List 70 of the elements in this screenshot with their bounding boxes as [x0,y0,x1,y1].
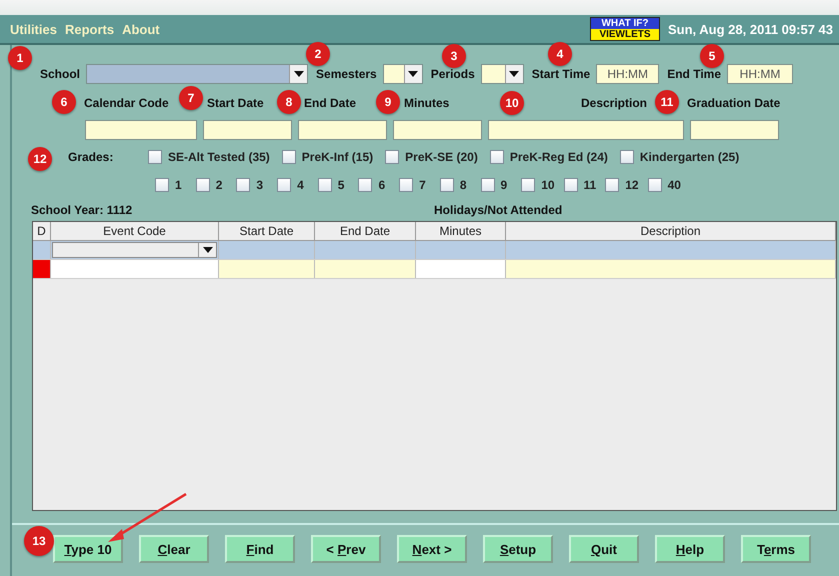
field-label: School [40,67,80,81]
grade-checkbox[interactable]: 10 [521,178,555,192]
action-button[interactable]: < Prev [311,535,381,563]
end-time-field[interactable]: HH:MM [727,64,794,84]
school-dropdown[interactable] [86,64,308,84]
step-marker: 3 [442,44,466,68]
grades-label: Grades: [68,150,114,164]
step-marker: 13 [24,526,54,556]
text-field[interactable] [203,120,292,140]
caret-icon [408,71,418,77]
field-label: End Date [304,96,356,110]
date-time: Sun, Aug 28, 2011 09:57 43 [668,22,833,36]
step-marker: 5 [700,44,724,68]
step-marker: 12 [28,147,52,171]
column-header[interactable]: Start Date [219,222,315,241]
table-row[interactable] [33,241,836,260]
school-year: School Year: 1112 [31,203,134,217]
periods-dropdown[interactable] [480,64,524,84]
semesters-dropdown[interactable] [382,64,423,84]
step-marker: 7 [179,86,203,110]
field-label: Semesters [316,67,377,81]
grade-checkbox[interactable]: 40 [648,178,681,192]
step-marker: 11 [655,90,679,114]
grade-checkbox[interactable]: PreK-Inf (15) [282,150,374,164]
logo: WHAT IF? VIEWLETS [590,17,660,41]
step-marker: 2 [306,42,330,66]
text-field[interactable] [393,120,482,140]
text-field[interactable] [298,120,387,140]
field-label: Description [580,96,647,110]
grade-checkbox[interactable]: SE-Alt Tested (35) [148,150,270,164]
caret-icon [294,71,304,77]
step-marker: 9 [376,90,400,114]
field-label: Graduation Date [687,96,780,110]
field-label: Start Time [532,67,590,81]
text-field[interactable] [488,120,684,140]
action-button[interactable]: Clear [139,535,209,563]
column-header[interactable]: Event Code [51,222,219,241]
caret-icon [509,71,520,77]
field-label: Minutes [404,96,450,110]
field-label: Periods [430,67,475,81]
column-header[interactable]: End Date [315,222,416,241]
action-button[interactable]: Find [225,535,295,563]
text-field[interactable] [690,120,779,140]
grade-checkbox[interactable]: Kindergarten (25) [620,150,740,164]
step-marker: 4 [548,42,572,66]
field-label: Start Date [207,96,264,110]
field-label: End Time [667,67,722,81]
field-label: Calendar Code [84,96,169,110]
step-marker: 10 [500,91,524,115]
action-button[interactable]: Terms [741,535,811,563]
action-button[interactable]: Setup [483,535,553,563]
action-button[interactable]: Next > [397,535,467,563]
grade-checkbox[interactable]: PreK-SE (20) [385,150,478,164]
table-title: Holidays/Not Attended [434,203,562,217]
step-marker: 6 [52,90,76,114]
start-time-field[interactable]: HH:MM [596,64,660,84]
step-marker: 8 [277,90,301,114]
caret-icon [202,247,212,253]
column-header[interactable]: Description [506,222,836,241]
grade-checkbox[interactable]: 12 [605,178,639,192]
action-button[interactable]: Quit [569,535,639,563]
text-field[interactable] [85,120,197,140]
column-header[interactable]: Minutes [416,222,506,241]
grade-checkbox[interactable]: PreK-Reg Ed (24) [490,150,608,164]
grade-checkbox[interactable]: 11 [564,178,596,192]
action-button[interactable]: Help [655,535,725,563]
column-header[interactable]: D [33,222,51,241]
action-button[interactable]: Type 10 [53,535,123,563]
table-row[interactable] [33,260,836,279]
step-marker: 1 [8,46,32,70]
